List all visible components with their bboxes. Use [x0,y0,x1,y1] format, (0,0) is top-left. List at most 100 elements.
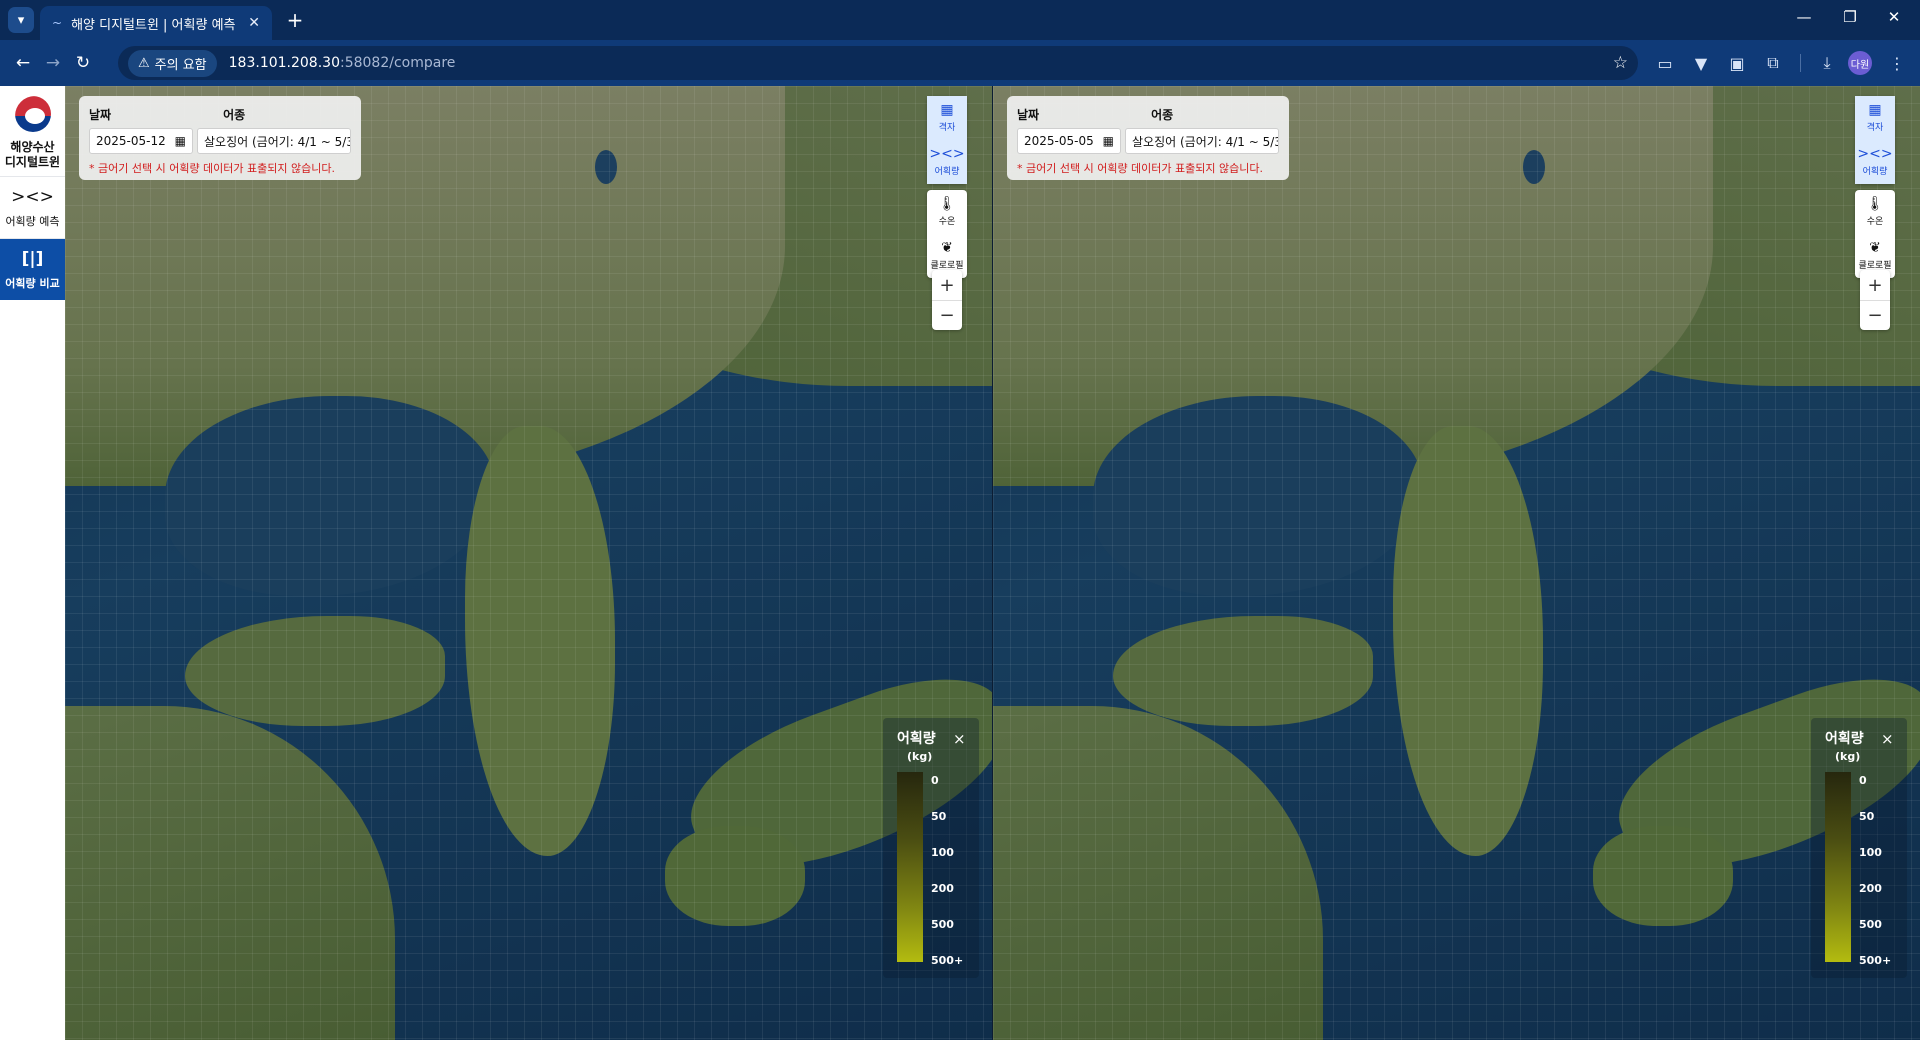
logo-line-1: 해양수산 [10,140,55,154]
date-value: 2025-05-12 [96,134,166,148]
zoom-in-button[interactable]: + [1860,270,1890,300]
browser-tab-active[interactable]: ~ 해양 디지털트윈 | 어획량 예측 ✕ [40,6,272,40]
restore-icon[interactable]: ❐ [1828,8,1872,26]
map-pane-left[interactable]: 날짜 어종 2025-05-12 ▦ 살오징어 (금어기: 4/1 ~ 5/31… [65,86,993,1040]
extension-printer-icon[interactable]: ▭ [1650,48,1680,78]
sidebar-item-label: 어획량 예측 [5,214,60,228]
legend-color-bar [897,772,923,962]
grid-label: 격자 [938,123,956,133]
reload-icon[interactable]: ↻ [68,48,98,78]
environment-layer-group: 🌡 수온 ❦ 클로로필 [927,190,967,278]
species-label: 어종 [223,108,246,122]
legend-close-icon[interactable]: × [1881,730,1894,748]
date-value: 2025-05-05 [1024,134,1094,148]
catch-toggle-button[interactable]: ><> 어획량 [1855,140,1895,184]
water-temp-label: 수온 [1866,217,1884,227]
grid-toggle-button[interactable]: ▦ 격자 [927,96,967,140]
sidebar-item-catch-forecast[interactable]: ><> 어획량 예측 [0,176,65,238]
zoom-control: + − [932,270,962,330]
legend-tick: 100 [931,846,954,859]
leaf-icon: ❦ [941,240,953,256]
closed-season-note: * 금어기 선택 시 어획량 데이터가 표출되지 않습니다. [89,162,335,175]
taegeuk-logo-icon [12,94,53,134]
grid-icon: ▦ [940,102,954,118]
app-sidebar: 해양수산 디지털트윈 ><> 어획량 예측 [|] 어획량 비교 [0,86,65,1040]
legend-tick: 200 [931,882,954,895]
new-tab-button[interactable]: + [282,7,308,33]
grid-label: 격자 [1866,123,1884,133]
legend-tick: 0 [931,774,939,787]
species-select[interactable]: 살오징어 (금어기: 4/1 ~ 5/31) ⌄ [197,128,351,154]
tab-close-icon[interactable]: ✕ [248,15,260,31]
zoom-in-button[interactable]: + [932,270,962,300]
tab-search-chevron-icon[interactable]: ▾ [8,7,34,33]
legend-tick: 50 [931,810,947,823]
sidebar-item-label: 어획량 비교 [5,276,60,290]
bookmark-star-icon[interactable]: ☆ [1613,53,1628,73]
logo-text: 해양수산 디지털트윈 [5,140,60,170]
catch-toggle-button[interactable]: ><> 어획량 [927,140,967,184]
app-logo[interactable]: 해양수산 디지털트윈 [0,86,65,176]
browser-tabbar: ▾ ~ 해양 디지털트윈 | 어획량 예측 ✕ + — ❐ ✕ [0,0,1920,40]
map-grid-overlay [993,86,1920,1040]
zoom-out-button[interactable]: − [1860,300,1890,330]
species-value: 살오징어 (금어기: 4/1 ~ 5/31) [204,134,351,149]
legend-unit: (kg) [1835,750,1861,763]
legend-color-bar [1825,772,1851,962]
water-temp-button[interactable]: 🌡 수온 [927,190,967,234]
filter-panel: 날짜 어종 2025-05-12 ▦ 살오징어 (금어기: 4/1 ~ 5/31… [79,96,361,180]
legend-tick: 100 [1859,846,1882,859]
catch-legend: 어획량 (kg) × 0 50 100 200 500 500+ [883,718,979,978]
security-warning-chip[interactable]: ⚠ 주의 요함 [128,49,217,77]
legend-tick: 500 [1859,918,1882,931]
date-label: 날짜 [1017,108,1040,122]
legend-tick: 0 [1859,774,1867,787]
legend-tick: 500 [931,918,954,931]
date-input[interactable]: 2025-05-05 ▦ [1017,128,1121,154]
filter-panel: 날짜 어종 2025-05-05 ▦ 살오징어 (금어기: 4/1 ~ 5/31… [1007,96,1289,180]
extension-v-icon[interactable]: ▼ [1686,48,1716,78]
species-select[interactable]: 살오징어 (금어기: 4/1 ~ 5/31) ⌄ [1125,128,1279,154]
forward-icon[interactable]: → [38,48,68,78]
extension-notion-icon[interactable]: ▣ [1722,48,1752,78]
address-bar[interactable]: ⚠ 주의 요함 183.101.208.30 :58082/compare ☆ [118,46,1638,80]
calendar-icon[interactable]: ▦ [175,134,186,148]
grid-icon: ▦ [1868,102,1882,118]
thermometer-icon: 🌡 [1866,196,1884,212]
extensions-puzzle-icon[interactable]: ⧉ [1758,48,1788,78]
url-path: :58082/compare [339,55,456,71]
zoom-control: + − [1860,270,1890,330]
environment-layer-group: 🌡 수온 ❦ 클로로필 [1855,190,1895,278]
fish-icon: ><> [11,186,54,207]
legend-close-icon[interactable]: × [953,730,966,748]
catch-label: 어획량 [1862,167,1888,177]
browser-menu-icon[interactable]: ⋮ [1882,48,1912,78]
url-host: 183.101.208.30 [228,55,340,71]
back-icon[interactable]: ← [8,48,38,78]
leaf-icon: ❦ [1869,240,1881,256]
browser-toolbar: ← → ↻ ⚠ 주의 요함 183.101.208.30 :58082/comp… [0,40,1920,86]
water-temp-button[interactable]: 🌡 수온 [1855,190,1895,234]
minimize-icon[interactable]: — [1782,8,1826,26]
warning-triangle-icon: ⚠ [138,55,150,71]
toolbar-separator [1800,54,1801,72]
closed-season-note: * 금어기 선택 시 어획량 데이터가 표출되지 않습니다. [1017,162,1263,175]
map-grid-overlay [65,86,993,1040]
legend-unit: (kg) [907,750,933,763]
tab-favicon-icon: ~ [52,16,63,30]
sidebar-item-catch-compare[interactable]: [|] 어획량 비교 [0,238,65,300]
legend-tick: 500+ [1859,954,1892,967]
map-pane-right[interactable]: 날짜 어종 2025-05-05 ▦ 살오징어 (금어기: 4/1 ~ 5/31… [993,86,1920,1040]
date-input[interactable]: 2025-05-12 ▦ [89,128,193,154]
download-icon[interactable]: ⤓ [1812,48,1842,78]
legend-title: 어획량 [1825,731,1864,747]
close-window-icon[interactable]: ✕ [1872,8,1916,26]
thermometer-icon: 🌡 [938,196,956,212]
layer-toggle-group: ▦ 격자 ><> 어획량 [1855,96,1895,184]
compare-icon: [|] [21,248,44,269]
profile-avatar[interactable]: 다원 [1848,51,1872,75]
grid-toggle-button[interactable]: ▦ 격자 [1855,96,1895,140]
logo-line-2: 디지털트윈 [4,155,61,169]
zoom-out-button[interactable]: − [932,300,962,330]
calendar-icon[interactable]: ▦ [1103,134,1114,148]
